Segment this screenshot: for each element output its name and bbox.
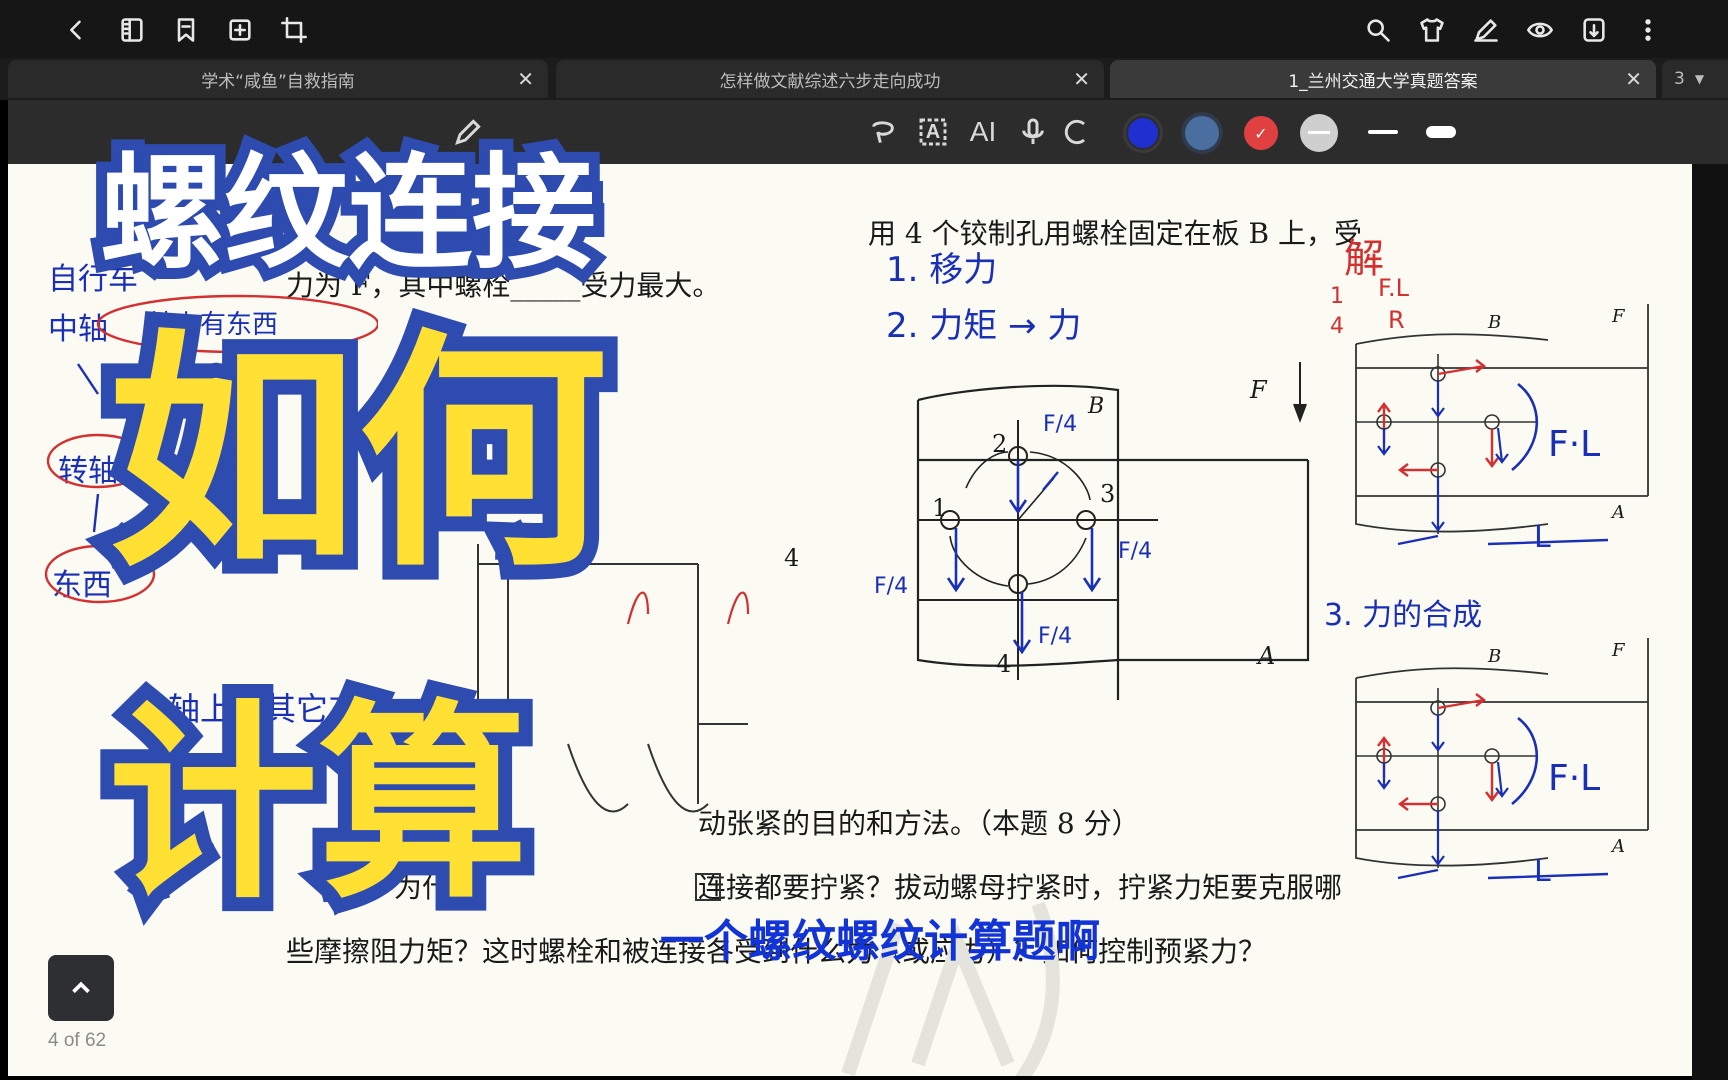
back-icon[interactable] xyxy=(58,12,94,48)
sidebar-icon[interactable] xyxy=(114,12,150,48)
theme-shirt-icon[interactable] xyxy=(1414,12,1450,48)
hw-f-over-4-right: F/4 xyxy=(1118,539,1153,564)
hw-l-top: L xyxy=(1534,520,1551,555)
small-label-4: 4 xyxy=(784,544,800,572)
right-label-f-top: F xyxy=(1612,306,1625,327)
right-label-a-bottom: A xyxy=(1612,836,1625,857)
tab-bar: 学术“咸鱼”自救指南 ✕ 怎样做文献综述六步走向成功 ✕ 1_兰州交通大学真题答… xyxy=(0,58,1728,100)
right-label-b-bottom: B xyxy=(1488,646,1502,667)
close-icon[interactable]: ✕ xyxy=(1073,67,1090,91)
chevron-down-icon: ▼ xyxy=(1694,72,1705,86)
page-indicator: 4 of 62 xyxy=(48,1030,107,1051)
pen-color-steel[interactable] xyxy=(1185,116,1219,150)
add-page-icon[interactable] xyxy=(222,12,258,48)
right-label-f-bottom: F xyxy=(1612,640,1625,661)
microphone-icon[interactable] xyxy=(1013,112,1053,152)
diagram-label-f: F xyxy=(1250,376,1267,404)
hw-f-over-4-left: F/4 xyxy=(874,574,909,599)
tab-1[interactable]: 学术“咸鱼”自救指南 ✕ xyxy=(8,60,548,98)
hw-f-over-4-top: F/4 xyxy=(1043,412,1078,437)
right-label-b-top: B xyxy=(1488,312,1502,333)
hw-fl-bottom: F·L xyxy=(1548,758,1601,799)
check-icon: ✓ xyxy=(1254,123,1268,143)
tab-label: 怎样做文献综述六步走向成功 xyxy=(719,71,941,92)
tab-label: 学术“咸鱼”自救指南 xyxy=(201,71,355,92)
scroll-to-top-button[interactable] xyxy=(48,955,114,1021)
bolt-label-2: 2 xyxy=(992,430,1008,458)
hw-f-over-4-bottom: F/4 xyxy=(1038,624,1073,649)
close-icon[interactable]: ✕ xyxy=(517,67,534,91)
export-icon[interactable] xyxy=(1576,12,1612,48)
tab-2[interactable]: 怎样做文献综述六步走向成功 ✕ xyxy=(556,60,1104,98)
tab-3[interactable]: 1_兰州交通大学真题答案 ✕ xyxy=(1110,60,1656,98)
bolt-label-4: 4 xyxy=(996,650,1012,678)
hw-l-bottom: L xyxy=(1534,854,1551,889)
stroke-thick[interactable] xyxy=(1426,126,1456,138)
chevron-up-icon xyxy=(72,981,90,994)
tab-label: 1_兰州交通大学真题答案 xyxy=(1288,71,1478,92)
title-line-2: 如何 xyxy=(93,309,623,600)
shape-tool-icon[interactable] xyxy=(1056,112,1096,152)
hw-step-3: 3. 力的合成 xyxy=(1324,598,1483,633)
pen-color-gray[interactable] xyxy=(1300,114,1338,152)
diagram-label-b: B xyxy=(1088,394,1105,419)
text-tool-label: A xyxy=(925,120,941,143)
bolt-label-1: 1 xyxy=(932,494,948,522)
bolt-label-3: 3 xyxy=(1100,480,1116,508)
more-icon[interactable] xyxy=(1630,12,1666,48)
search-icon[interactable] xyxy=(1360,12,1396,48)
top-toolbar xyxy=(0,0,1728,60)
hw-step-1: 1. 移力 xyxy=(886,250,998,290)
ai-button[interactable]: AI xyxy=(963,112,1003,152)
lasso-tool-icon[interactable] xyxy=(863,112,903,152)
close-icon[interactable]: ✕ xyxy=(1625,67,1642,91)
stroke-thin[interactable] xyxy=(1368,130,1398,134)
hw-step-2: 2. 力矩 → 力 xyxy=(886,306,1082,346)
title-line-3: 计算 xyxy=(94,682,542,927)
diagram-label-a: A xyxy=(1258,642,1276,670)
title-line-1: 螺纹连接 xyxy=(89,131,607,297)
page-gutter xyxy=(1692,164,1728,1080)
watermark xyxy=(841,901,1060,1076)
hw-fl-top: F·L xyxy=(1548,424,1601,465)
pen-color-blue[interactable] xyxy=(1126,116,1160,150)
pen-icon[interactable] xyxy=(1468,12,1504,48)
bookmark-icon[interactable] xyxy=(168,12,204,48)
eye-icon[interactable] xyxy=(1522,12,1558,48)
hw-formula-fl: F.L xyxy=(1378,274,1409,302)
crop-icon[interactable] xyxy=(276,12,312,48)
text-tool-icon[interactable]: A xyxy=(913,112,953,152)
pen-color-red[interactable]: ✓ xyxy=(1244,116,1278,150)
tab-count[interactable]: 3 ▼ xyxy=(1662,60,1728,98)
tab-count-number: 3 xyxy=(1674,69,1685,89)
video-subtitle: 一个螺纹螺纹计算题啊 xyxy=(660,916,1100,967)
right-label-a-top: A xyxy=(1612,502,1625,523)
